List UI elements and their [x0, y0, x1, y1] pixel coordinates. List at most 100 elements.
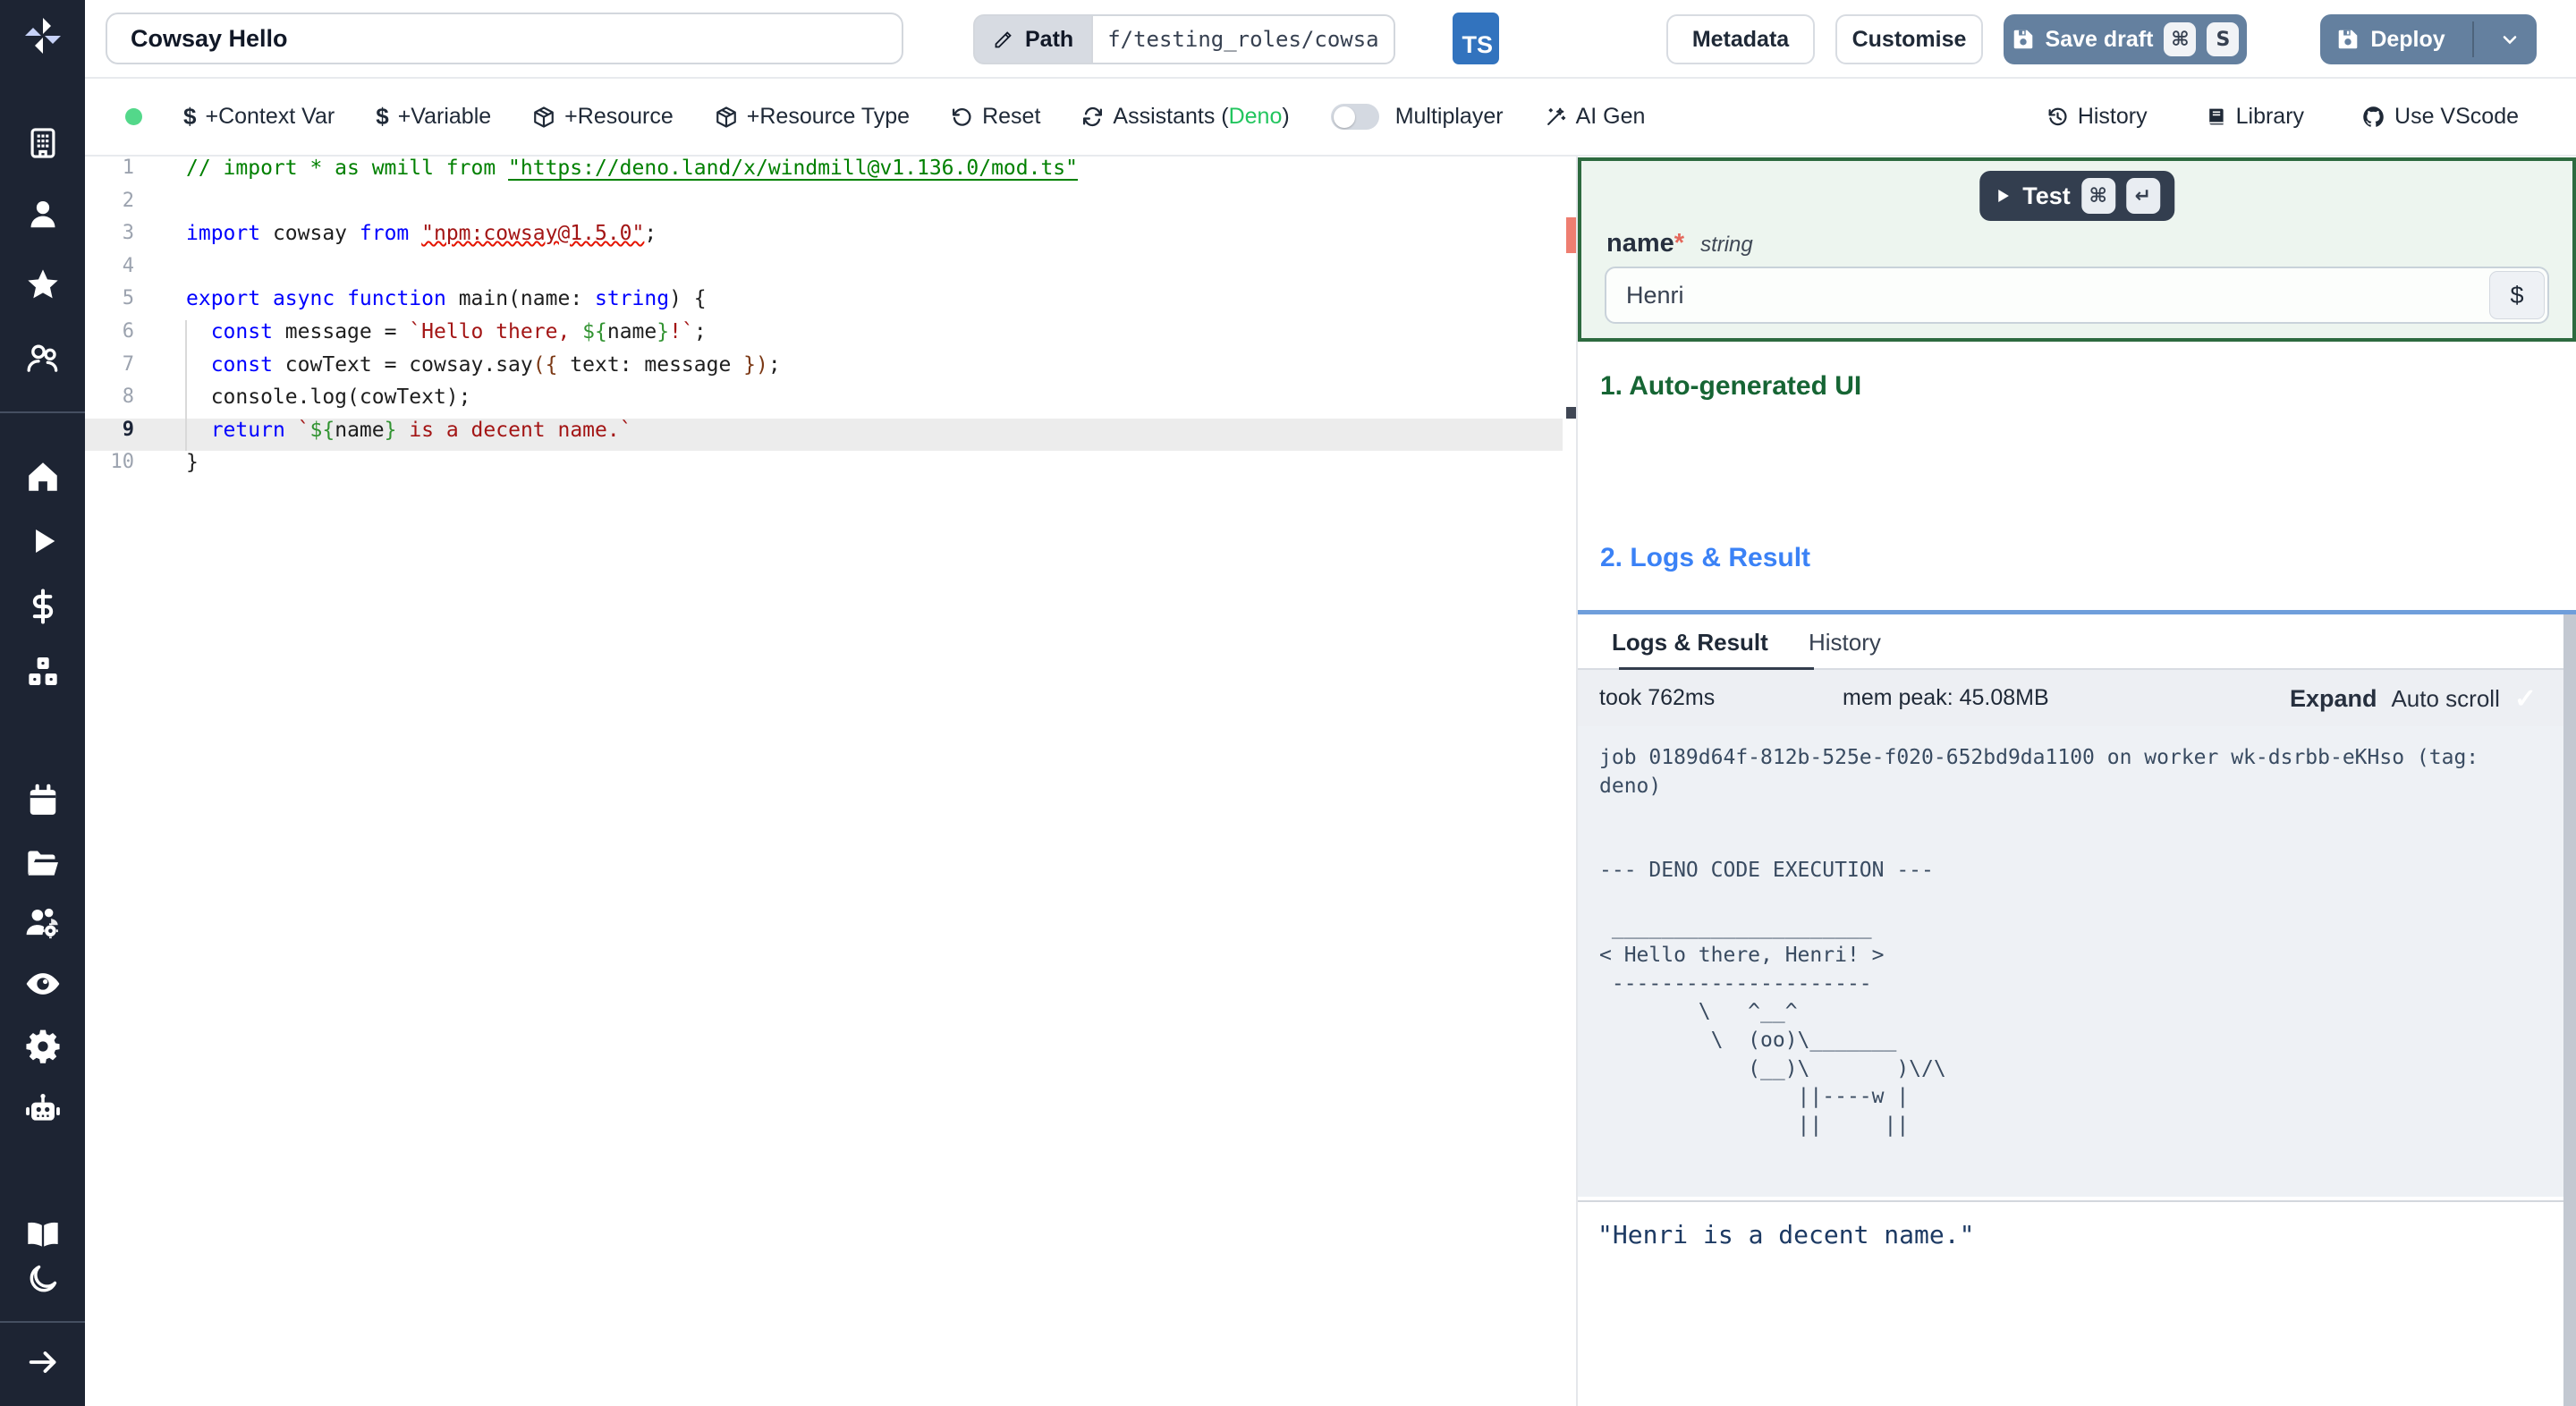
code-line-7[interactable]: 7 const cowText = cowsay.say({ text: mes… — [85, 353, 1563, 386]
book-open-icon[interactable] — [25, 1216, 61, 1252]
users-icon[interactable] — [25, 340, 61, 376]
panel-scrollbar[interactable] — [2563, 614, 2576, 1406]
code-line-4[interactable]: 4 — [85, 255, 1563, 288]
sidebar — [0, 0, 85, 1406]
kbd-cmd: ⌘ — [2164, 22, 2197, 56]
library-button[interactable]: Library — [2205, 104, 2304, 130]
right-panel: Test ⌘ ↵ name * string $ 1. Auto-generat… — [1576, 157, 2576, 1406]
path-label: Path — [1025, 26, 1074, 52]
ai-gen-button[interactable]: AI Gen — [1545, 104, 1645, 130]
tab-logs-result[interactable]: Logs & Result — [1612, 614, 1814, 672]
tabs-row: Logs & Result History — [1578, 614, 2576, 672]
windmill-logo-icon[interactable] — [21, 14, 64, 57]
user-icon[interactable] — [26, 198, 60, 232]
path-value-input[interactable]: f/testing_roles/cowsa — [1091, 14, 1396, 64]
section-title-logs-result: 2. Logs & Result — [1600, 543, 1811, 572]
gear-icon[interactable] — [24, 1028, 62, 1065]
reset-button[interactable]: Reset — [951, 104, 1040, 130]
code-line-3[interactable]: 3 import cowsay from "npm:cowsay@1.5.0"; — [85, 222, 1563, 255]
code-line-5[interactable]: 5 export async function main(name: string… — [85, 287, 1563, 320]
save-draft-label: Save draft — [2045, 26, 2154, 52]
button-divider — [2471, 21, 2474, 57]
path-edit-button[interactable]: Path — [973, 14, 1092, 64]
metadata-button[interactable]: Metadata — [1666, 14, 1815, 64]
multiplayer-toggle-group: Multiplayer — [1330, 104, 1504, 130]
line-number: 6 — [122, 319, 134, 343]
save-icon — [2013, 30, 2032, 49]
save-draft-button[interactable]: Save draft ⌘ S — [2004, 14, 2247, 64]
test-args-panel: Test ⌘ ↵ name * string $ — [1578, 157, 2576, 342]
logs-result-panel: Logs & Result History took 762ms mem pea… — [1578, 610, 2576, 1406]
duration-stat: took 762ms — [1599, 685, 1716, 710]
line-number: 4 — [122, 254, 134, 277]
eye-icon[interactable] — [24, 965, 62, 1003]
header-bar: Path f/testing_roles/cowsa TS Metadata C… — [85, 0, 2576, 79]
code-line-2[interactable]: 2 — [85, 190, 1563, 223]
code-line-9[interactable]: 9 return `${name} is a decent name.` — [85, 418, 1563, 452]
tab-history[interactable]: History — [1809, 614, 1881, 670]
pencil-icon — [995, 31, 1012, 48]
test-button[interactable]: Test ⌘ ↵ — [1979, 171, 2174, 221]
multiplayer-toggle[interactable] — [1330, 104, 1379, 130]
code-line-8[interactable]: 8 console.log(cowText); — [85, 385, 1563, 419]
boxes-icon[interactable] — [25, 655, 61, 690]
line-number: 5 — [122, 287, 134, 310]
github-icon — [2363, 106, 2384, 127]
kbd-s: S — [2207, 22, 2240, 56]
package-icon — [716, 106, 736, 128]
code-line-1[interactable]: 1// import * as wmill from "https://deno… — [85, 157, 1563, 190]
rotate-ccw-icon — [953, 108, 971, 126]
chevron-down-icon[interactable] — [2499, 29, 2521, 50]
sidebar-divider — [0, 411, 85, 413]
line-number: 7 — [122, 352, 134, 376]
assistants-button[interactable]: Assistants (Deno) — [1081, 104, 1290, 130]
required-asterisk: * — [1674, 229, 1685, 258]
variable-picker-button[interactable]: $ — [2489, 271, 2545, 319]
indent-guide — [185, 320, 187, 451]
building-icon[interactable] — [26, 126, 60, 160]
editor-toolbar: $ +Context Var $ +Variable +Resource +Re… — [85, 79, 2576, 157]
code-lines[interactable]: 1// import * as wmill from "https://deno… — [85, 157, 1563, 484]
history-icon — [2048, 107, 2067, 126]
deploy-button[interactable]: Deploy — [2320, 14, 2537, 64]
code-editor[interactable]: 1// import * as wmill from "https://deno… — [85, 157, 1577, 1406]
use-vscode-button[interactable]: Use VScode — [2361, 104, 2519, 130]
save-icon — [2339, 30, 2358, 49]
deploy-label: Deploy — [2370, 26, 2445, 52]
bot-icon[interactable] — [24, 1090, 62, 1128]
dollar-icon: $ — [376, 103, 389, 130]
result-area[interactable]: "Henri is a decent name." — [1578, 1200, 2576, 1406]
add-resource-type-button[interactable]: +Resource Type — [715, 104, 910, 130]
path-group: Path f/testing_roles/cowsa — [973, 14, 1396, 64]
line-number: 3 — [122, 222, 134, 245]
kbd-cmd: ⌘ — [2080, 178, 2115, 214]
dollar-icon: $ — [183, 103, 197, 130]
package-icon — [534, 106, 555, 128]
arrow-right-icon[interactable] — [25, 1344, 61, 1380]
customise-button[interactable]: Customise — [1835, 14, 1983, 64]
play-icon[interactable] — [26, 524, 60, 558]
folder-open-icon[interactable] — [24, 844, 62, 882]
log-output-area[interactable]: job 0189d64f-812b-525e-f020-652bd9da1100… — [1578, 726, 2576, 1197]
dollar-icon[interactable] — [25, 589, 61, 624]
script-title-input[interactable] — [106, 13, 903, 64]
wand-icon — [1546, 107, 1565, 125]
star-icon[interactable] — [25, 267, 61, 302]
line-number: 8 — [122, 385, 134, 409]
autoscroll-label[interactable]: Auto scroll — [2391, 685, 2499, 713]
add-context-var-button[interactable]: $ +Context Var — [183, 103, 335, 131]
history-button[interactable]: History — [2046, 104, 2148, 130]
autoscroll-checkmark[interactable]: ✓ — [2514, 683, 2537, 715]
argument-type: string — [1700, 233, 1753, 257]
code-line-10[interactable]: 10} — [85, 451, 1563, 484]
expand-button[interactable]: Expand — [2290, 685, 2377, 713]
code-line-6[interactable]: 6 const message = `Hello there, ${name}!… — [85, 320, 1563, 353]
argument-value-input[interactable] — [1605, 267, 2549, 324]
moon-icon[interactable] — [26, 1262, 60, 1296]
home-icon[interactable] — [24, 458, 62, 495]
calendar-icon[interactable] — [26, 783, 60, 817]
add-variable-button[interactable]: $ +Variable — [376, 103, 491, 131]
add-resource-button[interactable]: +Resource — [532, 104, 674, 130]
argument-name: name — [1606, 229, 1674, 258]
users-cog-icon[interactable] — [24, 904, 62, 942]
